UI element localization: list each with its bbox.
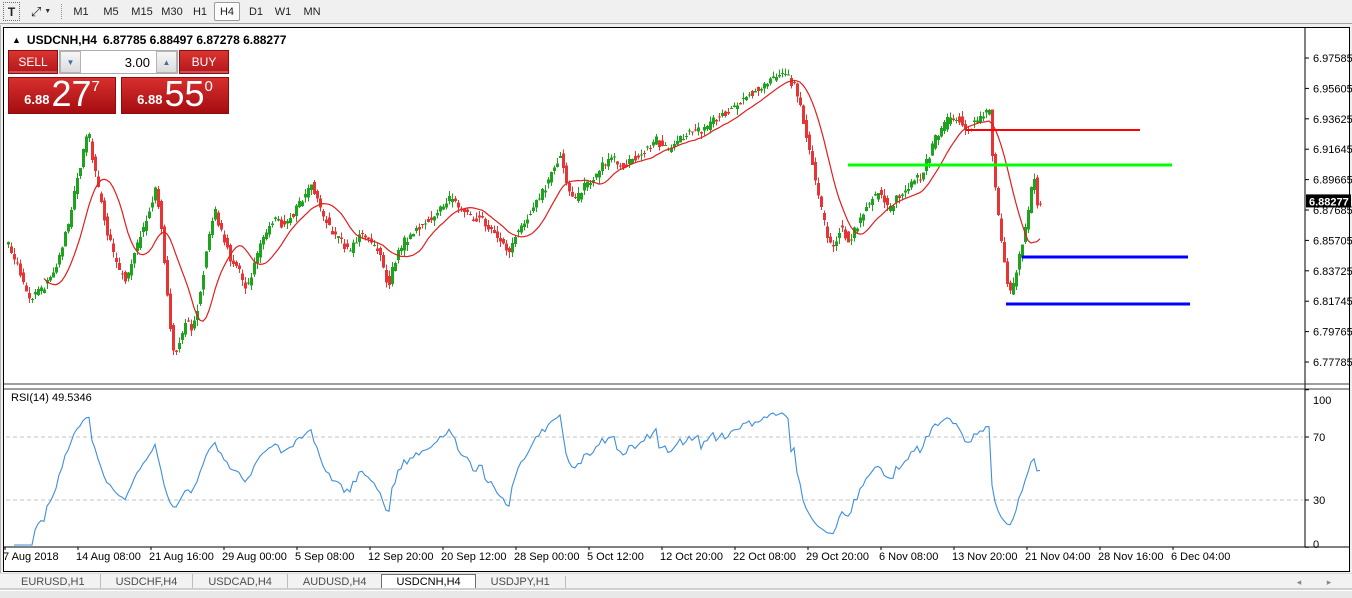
svg-text:6 Dec 04:00: 6 Dec 04:00: [1171, 551, 1230, 563]
chart-ohlc-values: 6.87785 6.88497 6.87278 6.88277: [103, 33, 287, 47]
svg-text:6.93625: 6.93625: [1313, 114, 1352, 126]
svg-text:6.83725: 6.83725: [1313, 266, 1352, 278]
volume-input[interactable]: 3.00: [81, 51, 156, 73]
tab-audusd-h4[interactable]: AUDUSD,H4: [287, 574, 382, 590]
arrow-right-icon: ▸: [1327, 577, 1332, 588]
svg-text:100: 100: [1313, 395, 1331, 407]
buy-button[interactable]: BUY: [179, 50, 229, 74]
svg-text:21 Nov 04:00: 21 Nov 04:00: [1025, 551, 1090, 563]
svg-text:13 Nov 20:00: 13 Nov 20:00: [952, 551, 1017, 563]
svg-text:6.77785: 6.77785: [1313, 357, 1352, 369]
chart-tabbar: EURUSD,H1 USDCHF,H4 USDCAD,H4 AUDUSD,H4 …: [0, 573, 1352, 590]
arrow-left-icon: ◂: [1297, 577, 1302, 588]
svg-text:6.81745: 6.81745: [1313, 296, 1352, 308]
tab-usdcnh-h4[interactable]: USDCNH,H4: [381, 574, 475, 590]
svg-text:5 Sep 08:00: 5 Sep 08:00: [295, 551, 354, 563]
volume-increase-button[interactable]: ▲: [156, 51, 177, 73]
spinner-down-icon: ▼: [67, 58, 75, 67]
svg-text:6.95605: 6.95605: [1313, 83, 1352, 95]
sell-price-display[interactable]: 6.88 27 7: [8, 77, 116, 114]
volume-decrease-button[interactable]: ▼: [60, 51, 81, 73]
volume-spinner: ▼ 3.00 ▲: [59, 50, 178, 74]
svg-text:6 Nov 08:00: 6 Nov 08:00: [879, 551, 938, 563]
svg-text:6.89665: 6.89665: [1313, 175, 1352, 187]
tab-usdjpy-h1[interactable]: USDJPY,H1: [476, 574, 565, 590]
svg-text:0: 0: [1313, 539, 1319, 551]
svg-text:6.85705: 6.85705: [1313, 235, 1352, 247]
tab-usdchf-h4[interactable]: USDCHF,H4: [100, 574, 193, 590]
chart-title: ▲ USDCNH,H4 6.87785 6.88497 6.87278 6.88…: [12, 33, 286, 47]
svg-text:20 Sep 12:00: 20 Sep 12:00: [441, 551, 506, 563]
buy-price-display[interactable]: 6.88 55 0: [121, 77, 229, 114]
svg-text:7 Aug 2018: 7 Aug 2018: [3, 551, 59, 563]
tab-scroll-right-button[interactable]: ▸: [1322, 576, 1336, 589]
status-bar: [0, 590, 1352, 598]
one-click-trading-panel: SELL ▼ 3.00 ▲ BUY 6.88 27 7 6.88 55 0: [8, 50, 229, 114]
svg-text:28 Nov 16:00: 28 Nov 16:00: [1098, 551, 1163, 563]
svg-text:6.88277: 6.88277: [1309, 196, 1349, 208]
triangle-up-icon: ▲: [12, 35, 21, 45]
rsi-indicator-label: RSI(14) 49.5346: [11, 392, 92, 404]
svg-text:5 Oct 12:00: 5 Oct 12:00: [587, 551, 644, 563]
spinner-up-icon: ▲: [163, 58, 171, 67]
svg-text:6.91645: 6.91645: [1313, 144, 1352, 156]
tab-separator: [565, 576, 566, 588]
svg-text:28 Sep 00:00: 28 Sep 00:00: [514, 551, 579, 563]
tab-scroll-left-button[interactable]: ◂: [1292, 576, 1306, 589]
svg-text:22 Oct 08:00: 22 Oct 08:00: [733, 551, 796, 563]
svg-text:14 Aug 08:00: 14 Aug 08:00: [76, 551, 141, 563]
tab-eurusd-h1[interactable]: EURUSD,H1: [6, 574, 100, 590]
svg-text:70: 70: [1313, 432, 1325, 444]
svg-text:6.97585: 6.97585: [1313, 53, 1352, 65]
chart-symbol: USDCNH,H4: [27, 33, 97, 47]
svg-text:30: 30: [1313, 495, 1325, 507]
svg-text:12 Sep 20:00: 12 Sep 20:00: [368, 551, 433, 563]
svg-text:29 Oct 20:00: 29 Oct 20:00: [806, 551, 869, 563]
svg-text:21 Aug 16:00: 21 Aug 16:00: [149, 551, 214, 563]
svg-text:12 Oct 20:00: 12 Oct 20:00: [660, 551, 723, 563]
svg-text:6.79765: 6.79765: [1313, 327, 1352, 339]
tab-usdcad-h4[interactable]: USDCAD,H4: [192, 574, 287, 590]
sell-button[interactable]: SELL: [8, 50, 58, 74]
svg-text:29 Aug 00:00: 29 Aug 00:00: [222, 551, 287, 563]
